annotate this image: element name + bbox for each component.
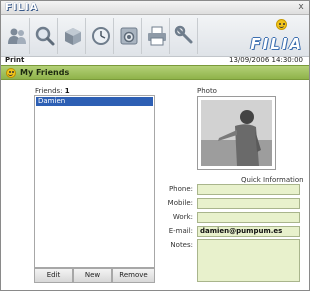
work-field[interactable] xyxy=(197,212,300,223)
toolbar-tools-button[interactable] xyxy=(171,18,198,54)
app-window: FILIA x FILIA Print 13/09/2006 14:30:00 … xyxy=(0,0,310,291)
photo-frame xyxy=(197,96,276,170)
section-title: My Friends xyxy=(20,68,70,77)
friends-icon xyxy=(8,28,26,44)
brand-logo: FILIA xyxy=(217,19,303,53)
email-label: E-mail: xyxy=(168,227,193,235)
current-view-label: Print xyxy=(5,56,25,64)
remove-button[interactable]: Remove xyxy=(112,268,155,283)
tools-icon xyxy=(174,25,193,44)
printer-icon xyxy=(148,26,166,46)
toolbar-clock-button[interactable] xyxy=(87,18,114,54)
datetime-display: 13/09/2006 14:30:00 xyxy=(228,56,303,64)
phone-field[interactable] xyxy=(197,184,300,195)
search-icon xyxy=(35,26,55,46)
new-button[interactable]: New xyxy=(73,268,112,283)
box-icon xyxy=(65,28,81,45)
toolbar-printer-button[interactable] xyxy=(143,18,170,54)
person-photo-image xyxy=(201,100,272,166)
friends-count-label: Friends: 1 xyxy=(35,87,70,95)
notes-label: Notes: xyxy=(170,241,193,249)
photo-label: Photo xyxy=(197,87,217,95)
camera-icon xyxy=(120,27,138,45)
smiley-icon xyxy=(276,19,287,30)
friends-list[interactable]: Damien xyxy=(34,95,155,268)
notes-field[interactable] xyxy=(197,239,300,282)
edit-button[interactable]: Edit xyxy=(34,268,73,283)
toolbar-camera-button[interactable] xyxy=(115,18,142,54)
work-label: Work: xyxy=(172,213,193,221)
friends-count: 1 xyxy=(64,87,70,95)
section-header: My Friends xyxy=(1,65,309,80)
brand-wordmark: FILIA xyxy=(250,35,303,53)
email-field[interactable]: damien@pumpum.es xyxy=(197,226,300,237)
list-item[interactable]: Damien xyxy=(36,97,153,106)
app-title: FILIA xyxy=(5,2,39,13)
close-button[interactable]: x xyxy=(296,3,306,13)
friend-photo xyxy=(201,100,272,166)
toolbar: FILIA xyxy=(1,15,309,57)
quick-info-heading: Quick Information xyxy=(241,176,304,184)
mobile-label: Mobile: xyxy=(167,199,193,207)
toolbar-friends-button[interactable] xyxy=(3,18,30,54)
title-bar: FILIA x xyxy=(1,1,309,15)
friends-list-actions: Edit New Remove xyxy=(34,268,155,283)
clock-icon xyxy=(92,27,110,45)
toolbar-search-button[interactable] xyxy=(31,18,58,54)
toolbar-box-button[interactable] xyxy=(59,18,86,54)
phone-label: Phone: xyxy=(168,185,193,193)
status-row: Print 13/09/2006 14:30:00 xyxy=(1,56,309,65)
smiley-icon xyxy=(6,68,16,78)
friends-label: Friends: xyxy=(35,87,63,95)
mobile-field[interactable] xyxy=(197,198,300,209)
